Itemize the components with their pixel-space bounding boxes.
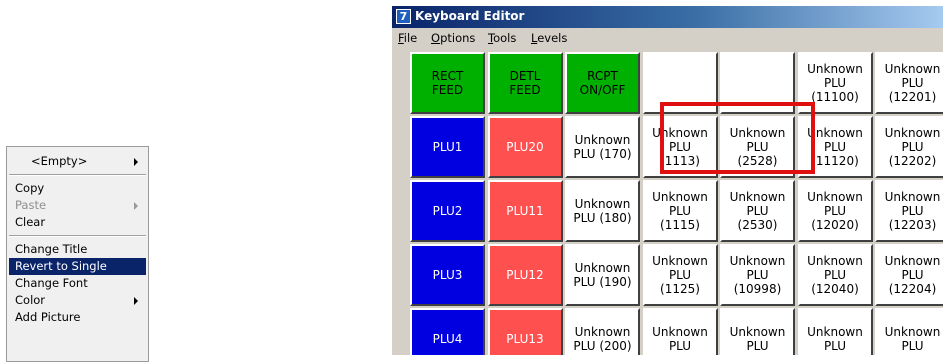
key-r3-c6[interactable]: Unknown PLU (12020): [797, 180, 873, 242]
context-menu-item-color[interactable]: Color: [9, 292, 146, 309]
context-menu-item-change-font[interactable]: Change Font: [9, 275, 146, 292]
context-menu-item-label: Revert to Single: [15, 259, 107, 273]
context-menu-item-label: Change Title: [15, 242, 88, 256]
context-menu-item-label: Change Font: [15, 276, 88, 290]
context-menu-item-label: Add Picture: [15, 310, 81, 324]
context-menu-item-label: <Empty>: [31, 154, 88, 168]
key-r2-c1[interactable]: PLU1: [410, 116, 485, 178]
menu-tools[interactable]: Tools: [488, 31, 516, 45]
key-r1-c5[interactable]: [720, 52, 795, 114]
menu-options[interactable]: Options: [431, 31, 475, 45]
key-r3-c4[interactable]: Unknown PLU (1115): [642, 180, 718, 242]
context-menu-item-add-picture[interactable]: Add Picture: [9, 309, 146, 326]
menu-file[interactable]: File: [398, 31, 417, 45]
key-r2-c2[interactable]: PLU20: [487, 116, 563, 178]
key-r3-c1[interactable]: PLU2: [410, 180, 485, 242]
key-r1-c3[interactable]: RCPT ON/OFF: [565, 52, 640, 114]
key-r4-c1[interactable]: PLU3: [410, 244, 485, 306]
key-r1-c4[interactable]: [642, 52, 718, 114]
context-menu-item-label: Paste: [15, 198, 47, 212]
context-menu-item-paste[interactable]: Paste: [9, 197, 146, 214]
key-r3-c7[interactable]: Unknown PLU (12203): [875, 180, 943, 242]
context-menu-item-empty[interactable]: <Empty>: [9, 153, 146, 170]
title-bar[interactable]: 7 Keyboard Editor: [392, 6, 943, 28]
submenu-arrow-icon: [134, 158, 138, 166]
keyboard-editor-window: 7 Keyboard Editor File Options Tools Lev…: [392, 6, 943, 355]
key-r2-c5[interactable]: Unknown PLU (2528): [720, 116, 795, 178]
submenu-arrow-icon: [134, 297, 138, 305]
key-r3-c2[interactable]: PLU11: [487, 180, 563, 242]
key-r5-c1[interactable]: PLU4: [410, 308, 485, 355]
menu-levels[interactable]: Levels: [531, 31, 567, 45]
key-r5-c6[interactable]: Unknown PLU: [797, 308, 873, 355]
key-r2-c7[interactable]: Unknown PLU (12202): [875, 116, 943, 178]
menu-separator: [9, 235, 146, 237]
context-menu-item-revert-to-single[interactable]: Revert to Single: [9, 258, 146, 275]
key-r4-c2[interactable]: PLU12: [487, 244, 563, 306]
key-grid: RECT FEED DETL FEED RCPT ON/OFF Unknown PLU…: [410, 52, 943, 355]
key-r4-c3[interactable]: Unknown PLU (190): [565, 244, 640, 306]
key-r1-c7[interactable]: Unknown PLU (12201): [875, 52, 943, 114]
key-r4-c5[interactable]: Unknown PLU (10998): [720, 244, 795, 306]
key-r3-c3[interactable]: Unknown PLU (180): [565, 180, 640, 242]
context-menu-item-label: Color: [15, 293, 46, 307]
window-title: Keyboard Editor: [415, 9, 525, 23]
key-r2-c6[interactable]: Unknown PLU (11120): [797, 116, 873, 178]
key-r4-c7[interactable]: Unknown PLU (12204): [875, 244, 943, 306]
key-r1-c1[interactable]: RECT FEED: [410, 52, 485, 114]
key-r4-c6[interactable]: Unknown PLU (12040): [797, 244, 873, 306]
key-r5-c7[interactable]: Unknown PLU: [875, 308, 943, 355]
key-r4-c4[interactable]: Unknown PLU (1125): [642, 244, 718, 306]
key-r2-c4[interactable]: Unknown PLU (1113): [642, 116, 718, 178]
app-icon: 7: [396, 9, 411, 24]
key-r5-c5[interactable]: Unknown PLU: [720, 308, 795, 355]
menu-separator: [9, 174, 146, 176]
context-menu-item-change-title[interactable]: Change Title: [9, 241, 146, 258]
context-menu-item-label: Copy: [15, 181, 45, 195]
key-r2-c3[interactable]: Unknown PLU (170): [565, 116, 640, 178]
context-menu-item-clear[interactable]: Clear: [9, 214, 146, 231]
key-r5-c4[interactable]: Unknown PLU: [642, 308, 718, 355]
key-r5-c3[interactable]: Unknown PLU (200): [565, 308, 640, 355]
submenu-arrow-icon: [134, 202, 138, 210]
menu-bar: File Options Tools Levels: [392, 28, 943, 48]
context-menu-item-label: Clear: [15, 215, 46, 229]
key-r1-c2[interactable]: DETL FEED: [487, 52, 563, 114]
context-menu-item-copy[interactable]: Copy: [9, 180, 146, 197]
key-r5-c2[interactable]: PLU13: [487, 308, 563, 355]
context-menu: <Empty> Copy Paste Clear Change Title Revert …: [6, 146, 149, 362]
key-r3-c5[interactable]: Unknown PLU (2530): [720, 180, 795, 242]
key-r1-c6[interactable]: Unknown PLU (11100): [797, 52, 873, 114]
